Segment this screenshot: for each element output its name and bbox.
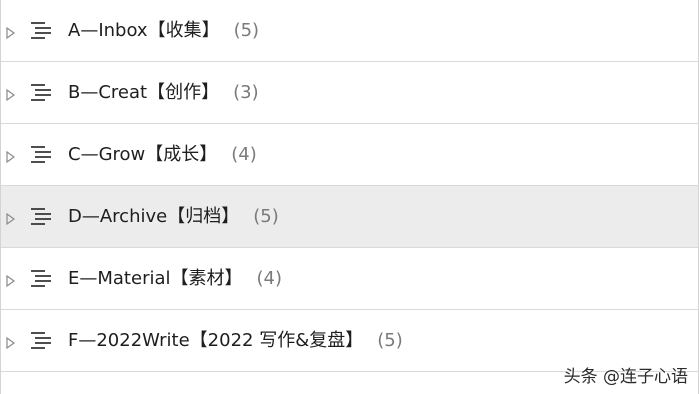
text-lines-icon (31, 269, 51, 287)
folder-label: E—Material【素材】 (4) (68, 268, 282, 290)
folder-count: (5) (233, 19, 260, 41)
folder-name: D—Archive【归档】 (68, 205, 240, 227)
folder-label: C—Grow【成长】 (4) (68, 144, 257, 166)
folder-count: (3) (233, 81, 259, 103)
folder-name: A—Inbox【收集】 (68, 19, 220, 41)
folder-row-archive[interactable]: D—Archive【归档】 (5) (1, 186, 698, 248)
folder-label: B—Creat【创作】 (3) (68, 82, 259, 104)
text-lines-icon (31, 207, 51, 225)
folder-row-inbox[interactable]: A—Inbox【收集】 (5) (1, 0, 698, 62)
text-lines-icon (31, 83, 51, 101)
folder-row-material[interactable]: E—Material【素材】 (4) (1, 248, 698, 310)
expand-arrow-icon[interactable] (6, 26, 15, 39)
folder-list-window: A—Inbox【收集】 (5) B—Creat【创作】 (3) C—Grow【成… (0, 0, 699, 394)
folder-count: (4) (256, 267, 283, 289)
folder-label: F—2022Write【2022 写作&复盘】 (5) (68, 330, 403, 352)
folder-count: (5) (253, 205, 279, 227)
text-lines-icon (31, 331, 51, 349)
folder-name: F—2022Write【2022 写作&复盘】 (68, 329, 364, 351)
expand-arrow-icon[interactable] (6, 336, 15, 349)
folder-row-creat[interactable]: B—Creat【创作】 (3) (1, 62, 698, 124)
folder-row-2022write[interactable]: F—2022Write【2022 写作&复盘】 (5) (1, 310, 698, 372)
watermark: 头条 @连子心语 (563, 367, 688, 387)
expand-arrow-icon[interactable] (6, 274, 15, 287)
text-lines-icon (31, 145, 51, 163)
folder-count: (4) (231, 143, 257, 165)
expand-arrow-icon[interactable] (6, 88, 15, 101)
folder-count: (5) (377, 329, 403, 351)
text-lines-icon (31, 21, 51, 39)
folder-list: A—Inbox【收集】 (5) B—Creat【创作】 (3) C—Grow【成… (1, 0, 698, 372)
folder-label: A—Inbox【收集】 (5) (68, 20, 259, 42)
folder-label: D—Archive【归档】 (5) (68, 206, 279, 228)
folder-name: B—Creat【创作】 (68, 81, 220, 103)
folder-name: E—Material【素材】 (68, 267, 243, 289)
expand-arrow-icon[interactable] (6, 212, 15, 225)
folder-row-grow[interactable]: C—Grow【成长】 (4) (1, 124, 698, 186)
expand-arrow-icon[interactable] (6, 150, 15, 163)
folder-name: C—Grow【成长】 (68, 143, 218, 165)
